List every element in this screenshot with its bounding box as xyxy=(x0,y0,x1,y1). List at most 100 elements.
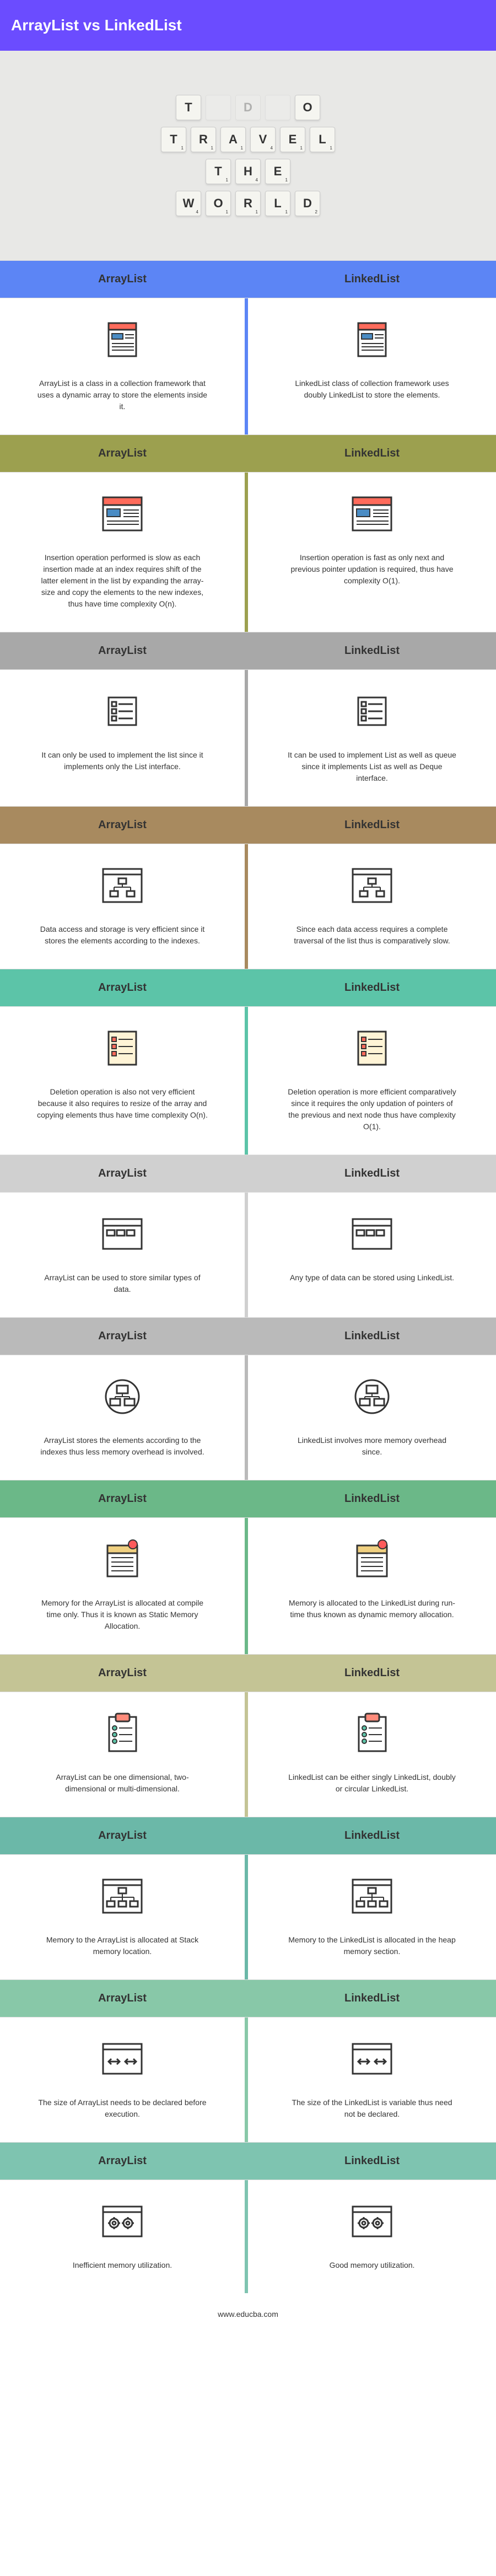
gears-icon xyxy=(98,2197,147,2246)
right-col: Insertion operation is fast as only next… xyxy=(248,473,496,632)
row-11-header: ArrayList LinkedList xyxy=(0,2142,496,2180)
row-11-content: Inefficient memory utilization. Good mem… xyxy=(0,2180,496,2293)
checklist-icon xyxy=(347,1023,397,1073)
clipboard-icon xyxy=(98,1709,147,1758)
right-header: LinkedList xyxy=(248,1817,496,1854)
right-desc: LinkedList class of collection framework… xyxy=(287,378,457,401)
tree-icon xyxy=(347,861,397,910)
right-header: LinkedList xyxy=(248,807,496,844)
row-3-content: Data access and storage is very efficien… xyxy=(0,844,496,969)
left-desc: Deletion operation is also not very effi… xyxy=(37,1086,208,1121)
left-desc: Insertion operation performed is slow as… xyxy=(37,552,208,610)
right-header: LinkedList xyxy=(248,1480,496,1517)
list-icon xyxy=(347,686,397,736)
right-col: Any type of data can be stored using Lin… xyxy=(248,1193,496,1317)
left-col: ArrayList is a class in a collection fra… xyxy=(0,298,248,434)
hero-image: TDO T1R1A1V4E1L1 T1H4E1 W4O1R1L1D2 xyxy=(0,51,496,260)
right-col: Memory is allocated to the LinkedList du… xyxy=(248,1518,496,1654)
row-4-header: ArrayList LinkedList xyxy=(0,969,496,1006)
right-desc: Deletion operation is more efficient com… xyxy=(287,1086,457,1133)
row-3-header: ArrayList LinkedList xyxy=(0,806,496,844)
row-10-content: The size of ArrayList needs to be declar… xyxy=(0,2017,496,2142)
right-col: LinkedList involves more memory overhead… xyxy=(248,1355,496,1480)
right-desc: LinkedList can be either singly LinkedLi… xyxy=(287,1772,457,1795)
right-col: Since each data access requires a comple… xyxy=(248,844,496,969)
row-4-content: Deletion operation is also not very effi… xyxy=(0,1006,496,1155)
right-desc: The size of the LinkedList is variable t… xyxy=(287,2097,457,2120)
clipboard-icon xyxy=(347,1709,397,1758)
browser-icon xyxy=(347,489,397,539)
left-col: Insertion operation performed is slow as… xyxy=(0,473,248,632)
tree2-icon xyxy=(98,1871,147,1921)
right-col: Memory to the LinkedList is allocated in… xyxy=(248,1855,496,1979)
left-desc: ArrayList stores the elements according … xyxy=(37,1435,208,1458)
list-icon xyxy=(98,686,147,736)
left-col: Memory to the ArrayList is allocated at … xyxy=(0,1855,248,1979)
right-header: LinkedList xyxy=(248,1155,496,1192)
row-0-header: ArrayList LinkedList xyxy=(0,260,496,298)
left-col: ArrayList stores the elements according … xyxy=(0,1355,248,1480)
right-header: LinkedList xyxy=(248,632,496,669)
row-7-header: ArrayList LinkedList xyxy=(0,1480,496,1517)
left-col: Deletion operation is also not very effi… xyxy=(0,1007,248,1155)
right-col: LinkedList class of collection framework… xyxy=(248,298,496,434)
row-9-header: ArrayList LinkedList xyxy=(0,1817,496,1854)
tree-icon xyxy=(98,861,147,910)
left-col: Data access and storage is very efficien… xyxy=(0,844,248,969)
row-8-header: ArrayList LinkedList xyxy=(0,1654,496,1692)
left-col: ArrayList can be used to store similar t… xyxy=(0,1193,248,1317)
right-col: Deletion operation is more efficient com… xyxy=(248,1007,496,1155)
left-desc: ArrayList can be one dimensional, two-di… xyxy=(37,1772,208,1795)
right-desc: Any type of data can be stored using Lin… xyxy=(290,1272,454,1284)
row-10-header: ArrayList LinkedList xyxy=(0,1979,496,2017)
left-header: ArrayList xyxy=(0,632,248,669)
gears-icon xyxy=(347,2197,397,2246)
left-desc: Inefficient memory utilization. xyxy=(73,2260,172,2271)
window-icon xyxy=(347,1209,397,1259)
left-header: ArrayList xyxy=(0,1655,248,1692)
doc-icon xyxy=(347,315,397,364)
resize-icon xyxy=(347,2034,397,2084)
right-col: The size of the LinkedList is variable t… xyxy=(248,2017,496,2142)
browser-icon xyxy=(98,489,147,539)
left-header: ArrayList xyxy=(0,1980,248,2017)
left-header: ArrayList xyxy=(0,807,248,844)
right-desc: Since each data access requires a comple… xyxy=(287,924,457,947)
row-6-content: ArrayList stores the elements according … xyxy=(0,1355,496,1480)
doc-icon xyxy=(98,315,147,364)
left-desc: The size of ArrayList needs to be declar… xyxy=(37,2097,208,2120)
right-col: It can be used to implement List as well… xyxy=(248,670,496,806)
row-1-content: Insertion operation performed is slow as… xyxy=(0,472,496,632)
left-col: Inefficient memory utilization. xyxy=(0,2180,248,2293)
left-desc: ArrayList is a class in a collection fra… xyxy=(37,378,208,412)
right-header: LinkedList xyxy=(248,435,496,472)
right-header: LinkedList xyxy=(248,969,496,1006)
left-desc: Data access and storage is very efficien… xyxy=(37,924,208,947)
left-header: ArrayList xyxy=(0,261,248,298)
row-5-content: ArrayList can be used to store similar t… xyxy=(0,1192,496,1317)
left-col: The size of ArrayList needs to be declar… xyxy=(0,2017,248,2142)
calendar-icon xyxy=(98,1534,147,1584)
right-col: LinkedList can be either singly LinkedLi… xyxy=(248,1692,496,1817)
left-col: Memory for the ArrayList is allocated at… xyxy=(0,1518,248,1654)
left-header: ArrayList xyxy=(0,1318,248,1355)
right-desc: Memory to the LinkedList is allocated in… xyxy=(287,1934,457,1957)
left-desc: Memory to the ArrayList is allocated at … xyxy=(37,1934,208,1957)
row-5-header: ArrayList LinkedList xyxy=(0,1155,496,1192)
row-8-content: ArrayList can be one dimensional, two-di… xyxy=(0,1692,496,1817)
footer-text: www.educba.com xyxy=(0,2293,496,2335)
circle-icon xyxy=(347,1372,397,1421)
left-header: ArrayList xyxy=(0,1155,248,1192)
circle-icon xyxy=(98,1372,147,1421)
right-header: LinkedList xyxy=(248,1318,496,1355)
left-col: It can only be used to implement the lis… xyxy=(0,670,248,806)
row-0-content: ArrayList is a class in a collection fra… xyxy=(0,298,496,434)
left-header: ArrayList xyxy=(0,1480,248,1517)
left-desc: Memory for the ArrayList is allocated at… xyxy=(37,1597,208,1632)
right-desc: Memory is allocated to the LinkedList du… xyxy=(287,1597,457,1620)
tree2-icon xyxy=(347,1871,397,1921)
right-desc: LinkedList involves more memory overhead… xyxy=(287,1435,457,1458)
left-desc: It can only be used to implement the lis… xyxy=(37,749,208,772)
row-6-header: ArrayList LinkedList xyxy=(0,1317,496,1355)
left-desc: ArrayList can be used to store similar t… xyxy=(37,1272,208,1295)
